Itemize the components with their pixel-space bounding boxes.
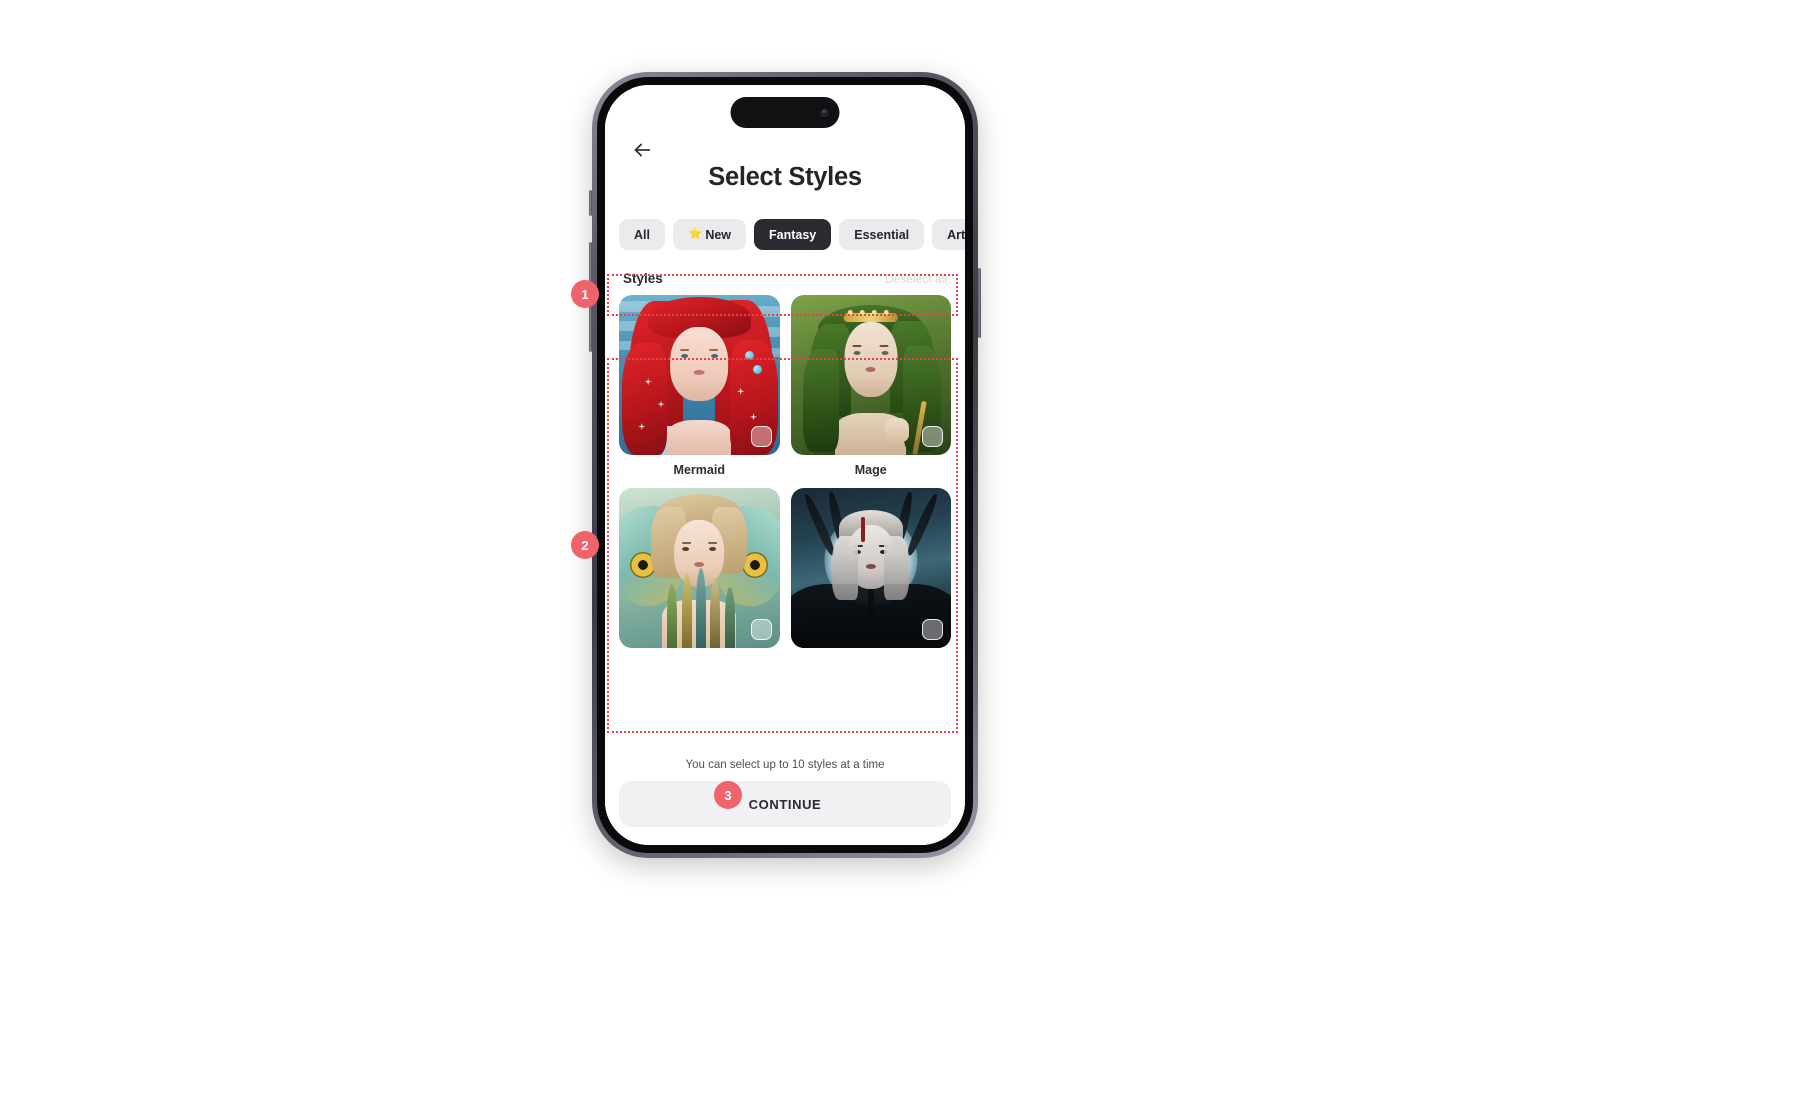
style-card-mermaid[interactable]: Mermaid <box>619 295 780 477</box>
phone-screen: Select Styles All ⭐ New Fantasy Essentia… <box>605 85 965 845</box>
star-icon: ⭐ <box>687 227 703 240</box>
phone-bezel: Select Styles All ⭐ New Fantasy Essentia… <box>597 77 973 853</box>
silent-switch[interactable] <box>589 190 592 216</box>
style-card-label: Mermaid <box>673 463 725 477</box>
app-screen: Select Styles All ⭐ New Fantasy Essentia… <box>605 85 965 845</box>
filter-chip-all[interactable]: All <box>619 219 665 250</box>
annotation-badge-3: 3 <box>714 781 742 809</box>
style-card-checkbox[interactable] <box>750 619 772 640</box>
dynamic-island <box>730 97 840 128</box>
filter-chip-essential-label: Essential <box>854 227 910 242</box>
arrow-left-icon <box>634 143 651 157</box>
filter-chip-new[interactable]: ⭐ New <box>672 219 747 250</box>
filter-chip-art-label: Art <box>947 227 965 242</box>
style-card-fairy[interactable] <box>619 488 780 648</box>
phone-device-frame: Select Styles All ⭐ New Fantasy Essentia… <box>589 72 981 858</box>
power-button[interactable] <box>978 268 981 338</box>
continue-button-label: CONTINUE <box>748 796 822 812</box>
style-card-checkbox[interactable] <box>750 426 772 447</box>
filter-chip-essential[interactable]: Essential <box>839 219 925 250</box>
volume-down-button[interactable] <box>589 304 592 352</box>
page-title: Select Styles <box>708 163 862 191</box>
filter-chip-new-label: New <box>705 227 732 242</box>
style-card-image <box>790 295 951 455</box>
annotation-badge-1: 1 <box>571 280 599 308</box>
styles-grid-container[interactable]: Mermaid Mage <box>605 295 965 748</box>
style-card-image <box>619 488 780 648</box>
selection-hint-text: You can select up to 10 styles at a time <box>685 759 885 771</box>
filter-chip-all-label: All <box>634 227 650 242</box>
style-card-image <box>790 488 951 648</box>
front-camera-icon <box>820 108 829 117</box>
mermaid-face <box>670 327 729 401</box>
filter-chips-section: All ⭐ New Fantasy Essential Art <box>605 210 965 259</box>
style-card-checkbox[interactable] <box>922 619 943 640</box>
style-card-mage[interactable]: Mage <box>790 295 951 477</box>
styles-heading: Styles <box>623 271 663 286</box>
back-button[interactable] <box>627 135 657 165</box>
style-card-label: Mage <box>854 463 887 477</box>
styles-section-header: Styles Deselect all <box>605 259 965 295</box>
footer-section: You can select up to 10 styles at a time… <box>605 748 965 845</box>
filter-chip-fantasy-label: Fantasy <box>769 227 817 242</box>
style-card-checkbox[interactable] <box>922 426 943 447</box>
deselect-all-button[interactable]: Deselect all <box>885 272 947 286</box>
filter-chips-row[interactable]: All ⭐ New Fantasy Essential Art <box>605 219 965 250</box>
style-card-image <box>619 295 780 455</box>
annotation-badge-2: 2 <box>571 531 599 559</box>
mage-face <box>844 322 898 398</box>
mage-crown <box>843 309 899 322</box>
filter-chip-art[interactable]: Art <box>932 219 965 250</box>
styles-grid: Mermaid Mage <box>619 295 951 648</box>
continue-button[interactable]: CONTINUE <box>619 781 951 827</box>
filter-chip-fantasy[interactable]: Fantasy <box>754 219 832 250</box>
style-card-dark-fae[interactable] <box>790 488 951 648</box>
screenshot-canvas: Select Styles All ⭐ New Fantasy Essentia… <box>0 0 1800 1100</box>
